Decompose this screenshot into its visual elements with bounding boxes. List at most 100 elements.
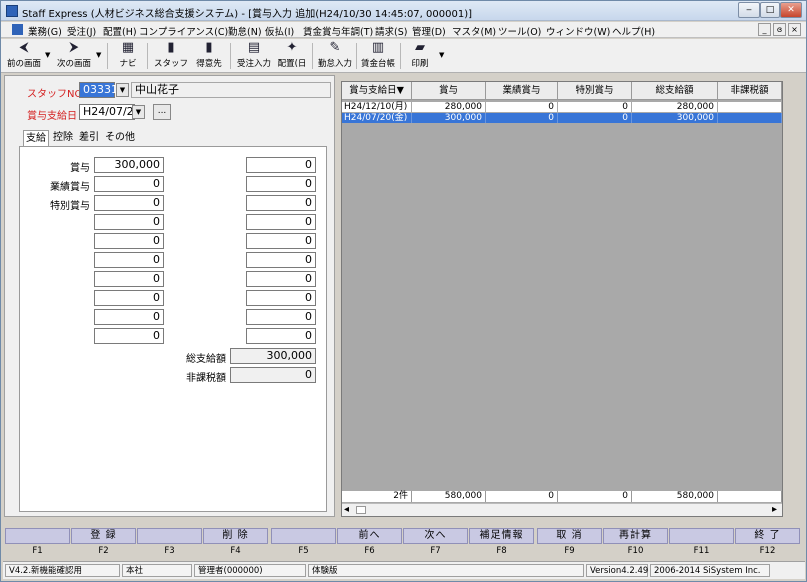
table-row[interactable]: H24/12/10(月) 280,000 0 0 280,000 (342, 102, 782, 112)
right-item-input[interactable]: 0 (246, 233, 316, 249)
menu-window[interactable]: ウィンドウ(W) (546, 24, 610, 38)
status-copyright: 2006-2014 SiSystem Inc. (650, 564, 770, 577)
f10-recalculate-button[interactable]: 再計算 (603, 528, 668, 544)
tab-sashihiki[interactable]: 差引 (77, 130, 101, 146)
extra-item-input[interactable]: 0 (94, 233, 164, 249)
ledger-button[interactable]: ▥ 賃金台帳 (358, 40, 398, 72)
menu-seikyu[interactable]: 請求(S) (375, 24, 407, 38)
print-dropdown-icon[interactable]: ▼ (439, 51, 444, 59)
f11-button[interactable] (669, 528, 734, 544)
placement-button[interactable]: ✦ 配置(日 (274, 40, 310, 72)
menu-master[interactable]: マスタ(M) (452, 24, 496, 38)
maximize-button[interactable]: □ (760, 2, 780, 18)
f3-button[interactable] (137, 528, 202, 544)
staff-no-input[interactable]: 033312 (79, 82, 125, 98)
menu-juchu[interactable]: 受注(J) (67, 24, 96, 38)
scroll-left-icon[interactable]: ◂ (344, 504, 349, 515)
menu-karibarai[interactable]: 仮払(I) (265, 24, 294, 38)
horizontal-scrollbar[interactable]: ◂ ▸ (342, 503, 782, 516)
f7-next-button[interactable]: 次へ (403, 528, 468, 544)
extra-item-input[interactable]: 0 (94, 290, 164, 306)
date-picker-button[interactable]: ... (153, 104, 171, 120)
menu-kanri[interactable]: 管理(D) (412, 24, 446, 38)
staff-button[interactable]: ▮ スタッフ (152, 40, 190, 72)
attendance-input-button[interactable]: ✎ 勤怠入力 (315, 40, 355, 72)
scroll-thumb[interactable] (356, 506, 366, 514)
right-item-input[interactable]: 0 (246, 290, 316, 306)
right-item-input[interactable]: 0 (246, 309, 316, 325)
f8-supplementary-info-button[interactable]: 補足情報 (469, 528, 534, 544)
nontaxable-label: 非課税額 (186, 373, 226, 384)
mdi-minimize-button[interactable]: _ (758, 23, 771, 36)
menu-haichi[interactable]: 配置(H) (103, 24, 137, 38)
extra-item-input[interactable]: 0 (94, 271, 164, 287)
print-button[interactable]: ▰ 印刷 (405, 40, 435, 72)
close-button[interactable]: ✕ (780, 2, 802, 18)
right-item-input[interactable]: 0 (246, 328, 316, 344)
forward-button[interactable]: ⮞ 次の画面 (53, 40, 95, 72)
right-item-input[interactable]: 0 (246, 214, 316, 230)
menu-compliance[interactable]: コンプライアンス(C) (139, 24, 228, 38)
col-header-date[interactable]: 賞与支給日▼ (342, 82, 412, 100)
table-row-selected[interactable]: H24/07/20(金) 300,000 0 0 300,000 (342, 113, 782, 123)
back-button[interactable]: ⮜ 前の画面 (4, 40, 44, 72)
special-bonus-input[interactable]: 0 (94, 195, 164, 211)
right-item-input[interactable]: 0 (246, 157, 316, 173)
menu-tools[interactable]: ツール(O) (498, 24, 541, 38)
application-window: Staff Express (人材ビジネス総合支援システム) - [賞与入力 追… (0, 0, 807, 582)
extra-item-input[interactable]: 0 (94, 252, 164, 268)
f2-register-button[interactable]: 登 録 (71, 528, 136, 544)
chevron-down-icon: ▼ (135, 108, 142, 116)
minimize-button[interactable]: ‒ (738, 2, 760, 18)
mdi-close-button[interactable]: × (788, 23, 801, 36)
tab-sonota[interactable]: その他 (103, 130, 137, 146)
forward-dropdown-icon[interactable]: ▼ (96, 51, 101, 59)
bonus-amount-input[interactable]: 300,000 (94, 157, 164, 173)
menu-chingin[interactable]: 賃金賞与年調(T) (303, 24, 373, 38)
status-office: 本社 (122, 564, 192, 577)
f4-delete-button[interactable]: 削 除 (203, 528, 268, 544)
navi-button[interactable]: ▦ ナビ (113, 40, 143, 72)
menu-gyomu[interactable]: 業務(G) (28, 24, 62, 38)
total-pay-field: 300,000 (230, 348, 316, 364)
performance-bonus-input[interactable]: 0 (94, 176, 164, 192)
col-header-total[interactable]: 総支給額 (632, 82, 718, 100)
client-icon: ▮ (205, 40, 213, 55)
menu-kintai[interactable]: 勤怠(N) (228, 24, 262, 38)
footer-count: 2件 (342, 491, 412, 502)
status-version-note: V4.2.新機能確認用 (5, 564, 120, 577)
f6-key-label: F6 (364, 546, 375, 556)
f6-previous-button[interactable]: 前へ (337, 528, 402, 544)
order-input-icon: ▤ (247, 40, 261, 55)
f1-button[interactable] (5, 528, 70, 544)
menu-help[interactable]: ヘルプ(H) (612, 24, 655, 38)
right-item-input[interactable]: 0 (246, 252, 316, 268)
extra-item-input[interactable]: 0 (94, 309, 164, 325)
f12-exit-button[interactable]: 終 了 (735, 528, 800, 544)
extra-item-input[interactable]: 0 (94, 214, 164, 230)
staff-no-label: スタッフNO (27, 89, 83, 100)
f5-button[interactable] (271, 528, 336, 544)
scroll-right-icon[interactable]: ▸ (772, 504, 777, 515)
extra-item-input[interactable]: 0 (94, 328, 164, 344)
right-item-input[interactable]: 0 (246, 176, 316, 192)
status-bar: V4.2.新機能確認用 本社 管理者(000000) 体験版 Version4.… (3, 561, 805, 579)
col-header-nontax[interactable]: 非課税額 (718, 82, 782, 100)
order-input-button[interactable]: ▤ 受注入力 (234, 40, 274, 72)
f9-cancel-button[interactable]: 取 消 (537, 528, 602, 544)
bonus-date-input[interactable]: H24/07/20 (79, 104, 141, 120)
date-dropdown-button[interactable]: ▼ (132, 105, 145, 119)
right-item-input[interactable]: 0 (246, 195, 316, 211)
back-dropdown-icon[interactable]: ▼ (45, 51, 50, 59)
mdi-restore-button[interactable]: ɞ (773, 23, 786, 36)
staff-dropdown-button[interactable]: ▼ (116, 83, 129, 97)
tab-shikyu[interactable]: 支給 (23, 130, 49, 146)
col-header-bonus[interactable]: 賞与 (412, 82, 486, 100)
tab-kojo[interactable]: 控除 (51, 130, 75, 146)
right-item-input[interactable]: 0 (246, 271, 316, 287)
client-button[interactable]: ▮ 得意先 (192, 40, 226, 72)
window-title: Staff Express (人材ビジネス総合支援システム) - [賞与入力 追… (22, 9, 472, 20)
col-header-performance[interactable]: 業績賞与 (486, 82, 558, 100)
col-header-special[interactable]: 特別賞与 (558, 82, 632, 100)
f7-key-label: F7 (430, 546, 441, 556)
